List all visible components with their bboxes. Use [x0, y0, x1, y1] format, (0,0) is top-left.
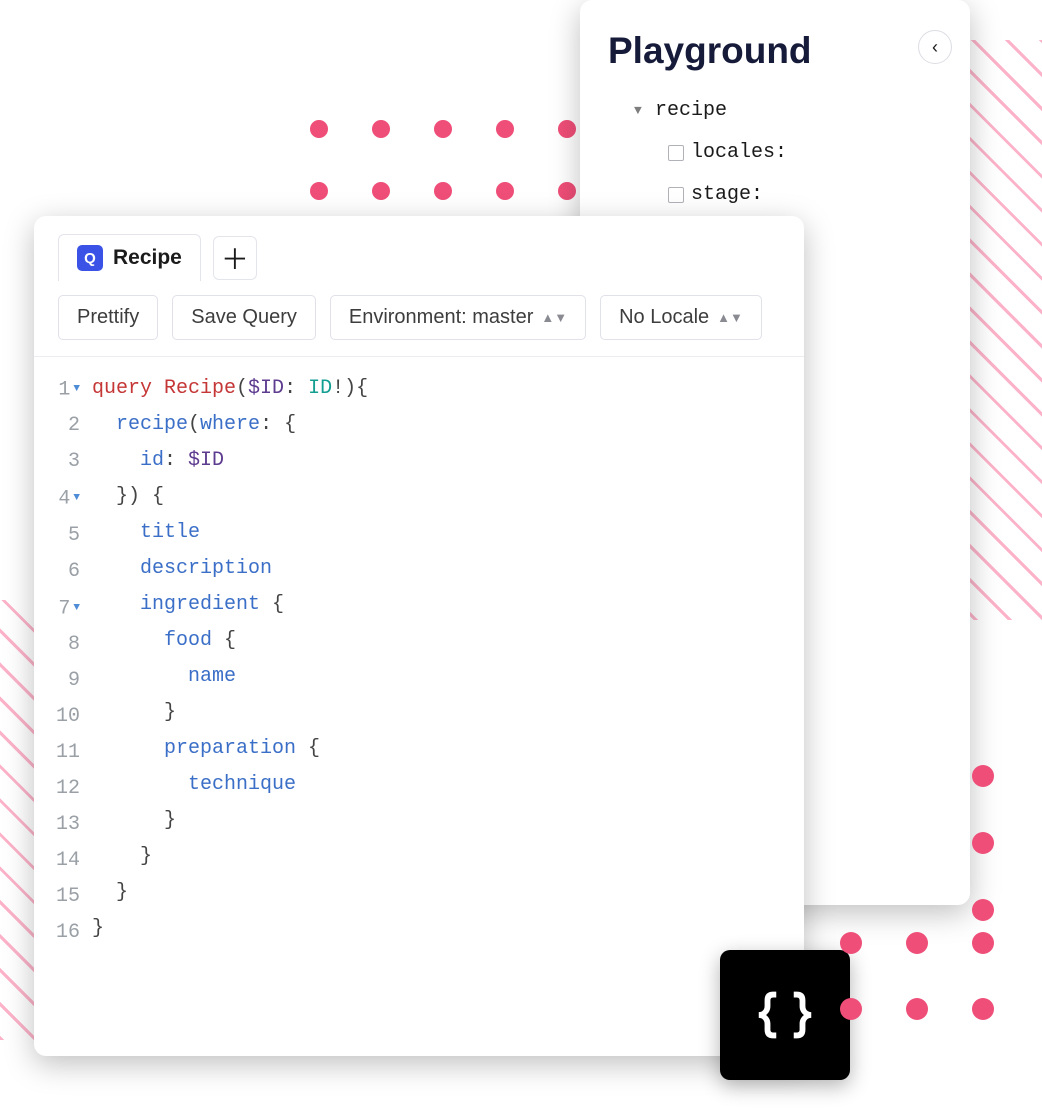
- decorative-dot: [972, 765, 994, 787]
- decorative-dot: [972, 932, 994, 954]
- decorative-dot: [496, 120, 514, 138]
- collapse-button[interactable]: ‹: [918, 30, 952, 64]
- graphql-braces-card: [720, 950, 850, 1080]
- button-label: Save Query: [191, 306, 297, 329]
- code-editor[interactable]: 1▼234▼567▼8910111213141516 query Recipe(…: [34, 357, 804, 951]
- toolbar: Prettify Save Query Environment: master …: [34, 281, 804, 357]
- environment-select[interactable]: Environment: master ▲▼: [330, 295, 586, 340]
- tab-recipe[interactable]: Q Recipe: [58, 234, 201, 281]
- playground-title: Playground: [608, 30, 942, 72]
- save-query-button[interactable]: Save Query: [172, 295, 316, 340]
- decorative-dot: [906, 932, 928, 954]
- decorative-dot: [558, 182, 576, 200]
- braces-icon: [750, 980, 820, 1050]
- tabs-row: Q Recipe ＋: [34, 216, 804, 281]
- tree-item-stage[interactable]: stage:: [668, 174, 942, 216]
- decorative-dot: [496, 182, 514, 200]
- decorative-dot: [972, 832, 994, 854]
- sort-icon: ▲▼: [541, 310, 567, 325]
- decorative-dot: [310, 182, 328, 200]
- decorative-dot: [972, 899, 994, 921]
- decorative-dot: [972, 998, 994, 1020]
- tab-label: Recipe: [113, 246, 182, 270]
- prettify-button[interactable]: Prettify: [58, 295, 158, 340]
- decorative-dot: [310, 120, 328, 138]
- decorative-dot: [434, 120, 452, 138]
- decorative-dot: [372, 182, 390, 200]
- code-content: query Recipe($ID: ID!){ recipe(where: { …: [92, 371, 368, 951]
- decorative-dot: [840, 932, 862, 954]
- button-label: Prettify: [77, 306, 139, 329]
- editor-panel: Q Recipe ＋ Prettify Save Query Environme…: [34, 216, 804, 1056]
- decorative-dot: [906, 998, 928, 1020]
- checkbox-icon: [668, 187, 684, 203]
- decorative-dot: [840, 998, 862, 1020]
- locale-select[interactable]: No Locale ▲▼: [600, 295, 762, 340]
- tree-item-label: locales:: [691, 132, 787, 174]
- add-tab-button[interactable]: ＋: [213, 236, 257, 280]
- line-gutter: 1▼234▼567▼8910111213141516: [34, 371, 92, 951]
- tree-item-locales[interactable]: locales:: [668, 132, 942, 174]
- tree-root[interactable]: ▼ recipe: [634, 90, 942, 132]
- select-label: Environment: master: [349, 306, 534, 329]
- sort-icon: ▲▼: [717, 310, 743, 325]
- query-badge-icon: Q: [77, 245, 103, 271]
- plus-icon: ＋: [221, 238, 249, 278]
- decorative-dot: [434, 182, 452, 200]
- chevron-left-icon: ‹: [932, 37, 938, 58]
- tree-root-label: recipe: [655, 90, 727, 132]
- chevron-down-icon: ▼: [634, 90, 648, 132]
- select-label: No Locale: [619, 306, 709, 329]
- checkbox-icon: [668, 145, 684, 161]
- decorative-dot: [372, 120, 390, 138]
- decorative-dot: [558, 120, 576, 138]
- tree-item-label: stage:: [691, 174, 763, 216]
